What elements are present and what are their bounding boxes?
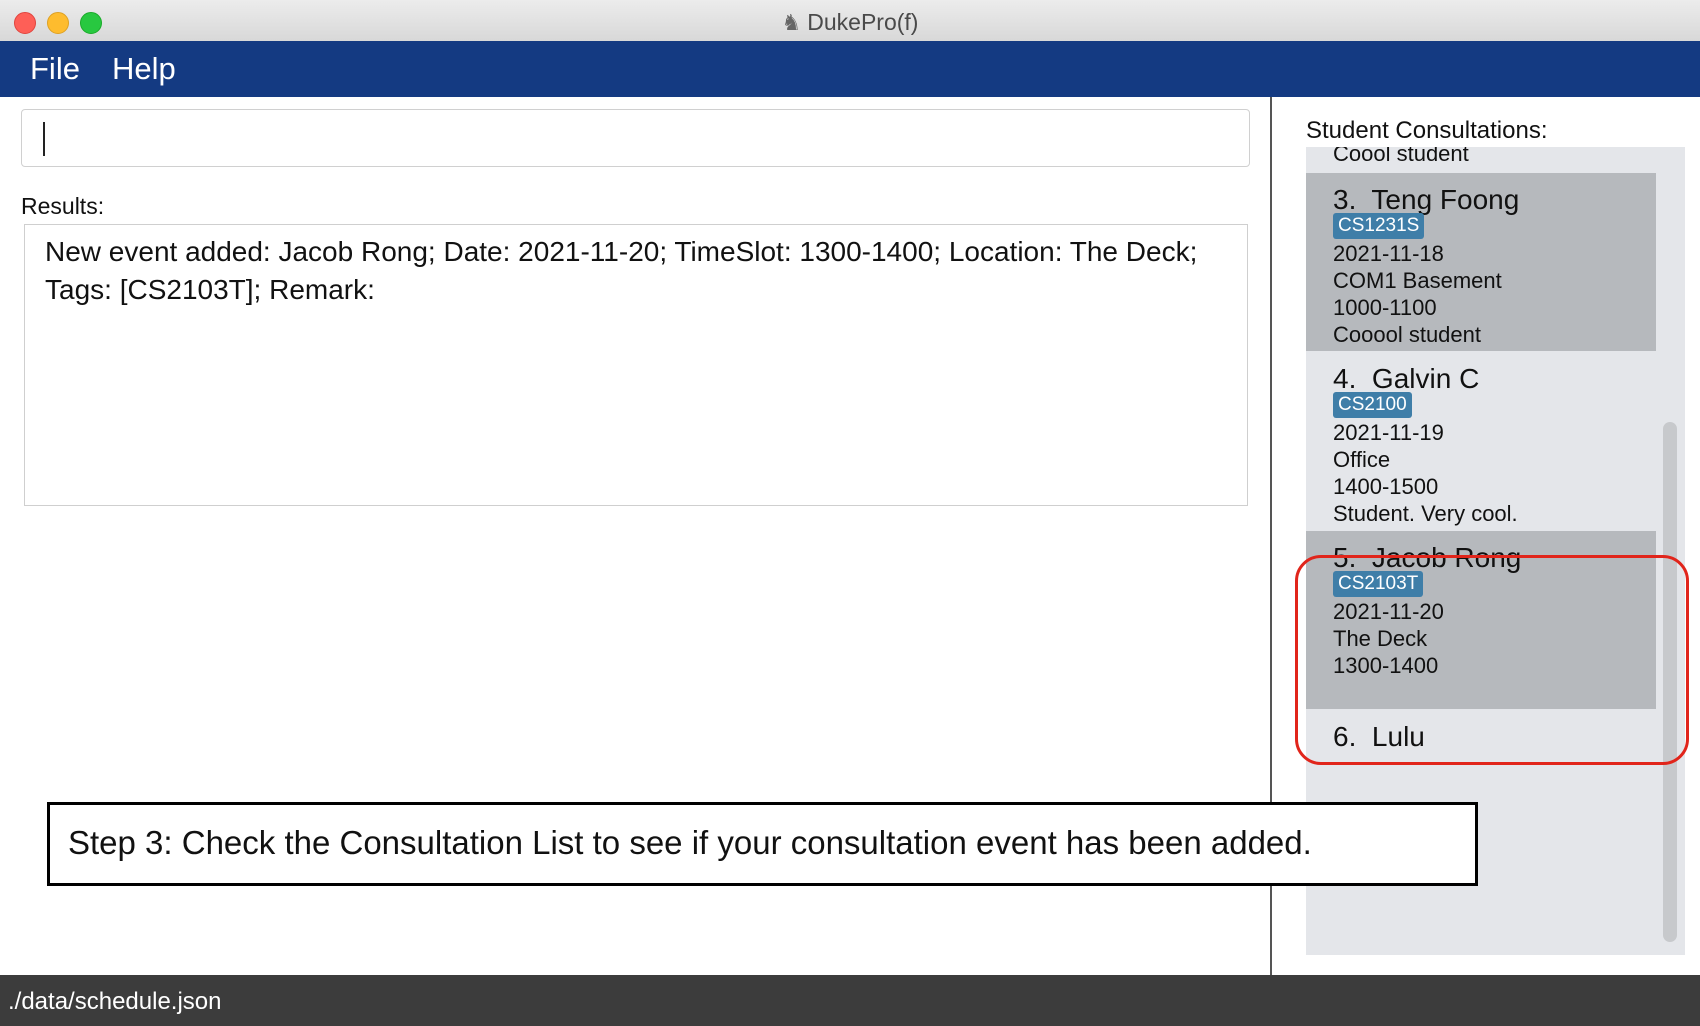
- card-location: COM1 Basement: [1333, 268, 1502, 293]
- card-title: 4. Galvin C: [1333, 363, 1480, 394]
- card-remark: Cooool student: [1333, 322, 1481, 347]
- card-location: Office: [1333, 447, 1391, 472]
- menu-file[interactable]: File: [30, 51, 80, 87]
- results-display[interactable]: New event added: Jacob Rong; Date: 2021-…: [24, 224, 1248, 506]
- consultations-title: Student Consultations:: [1306, 117, 1548, 144]
- card-date: 2021-11-19: [1333, 420, 1444, 445]
- card-time: 1400-1500: [1333, 474, 1439, 499]
- card-tag: CS1231S: [1333, 213, 1425, 239]
- results-text: New event added: Jacob Rong; Date: 2021-…: [45, 236, 1198, 305]
- card-remark: Student. Very cool.: [1333, 501, 1518, 526]
- results-label: Results:: [21, 193, 105, 219]
- title-bar: ♞ DukePro(f): [0, 0, 1700, 42]
- step-annotation-box: Step 3: Check the Consultation List to s…: [47, 802, 1478, 886]
- consultation-card[interactable]: 3. Teng Foong CS1231S 2021-11-18 COM1 Ba…: [1306, 173, 1656, 351]
- step-annotation-text: Step 3: Check the Consultation List to s…: [68, 824, 1312, 861]
- card-date: 2021-11-18: [1333, 241, 1444, 266]
- status-bar: ./data/schedule.json: [0, 975, 1700, 1026]
- card-tag: CS2100: [1333, 392, 1412, 418]
- window-title: ♞ DukePro(f): [781, 9, 919, 35]
- highlight-outline: [1295, 555, 1689, 765]
- status-file-path: ./data/schedule.json: [8, 988, 222, 1015]
- card-time: 1000-1100: [1333, 295, 1437, 320]
- menu-bar: File Help: [0, 41, 1700, 97]
- command-input[interactable]: [21, 109, 1250, 167]
- app-icon: ♞: [781, 10, 802, 35]
- menu-help[interactable]: Help: [112, 51, 176, 87]
- card-remark-partial: Coool student: [1333, 147, 1469, 166]
- card-title: 3. Teng Foong: [1333, 184, 1520, 215]
- consultation-card[interactable]: 4. Galvin C CS2100 2021-11-19 Office 140…: [1306, 352, 1656, 530]
- text-caret: [43, 122, 45, 156]
